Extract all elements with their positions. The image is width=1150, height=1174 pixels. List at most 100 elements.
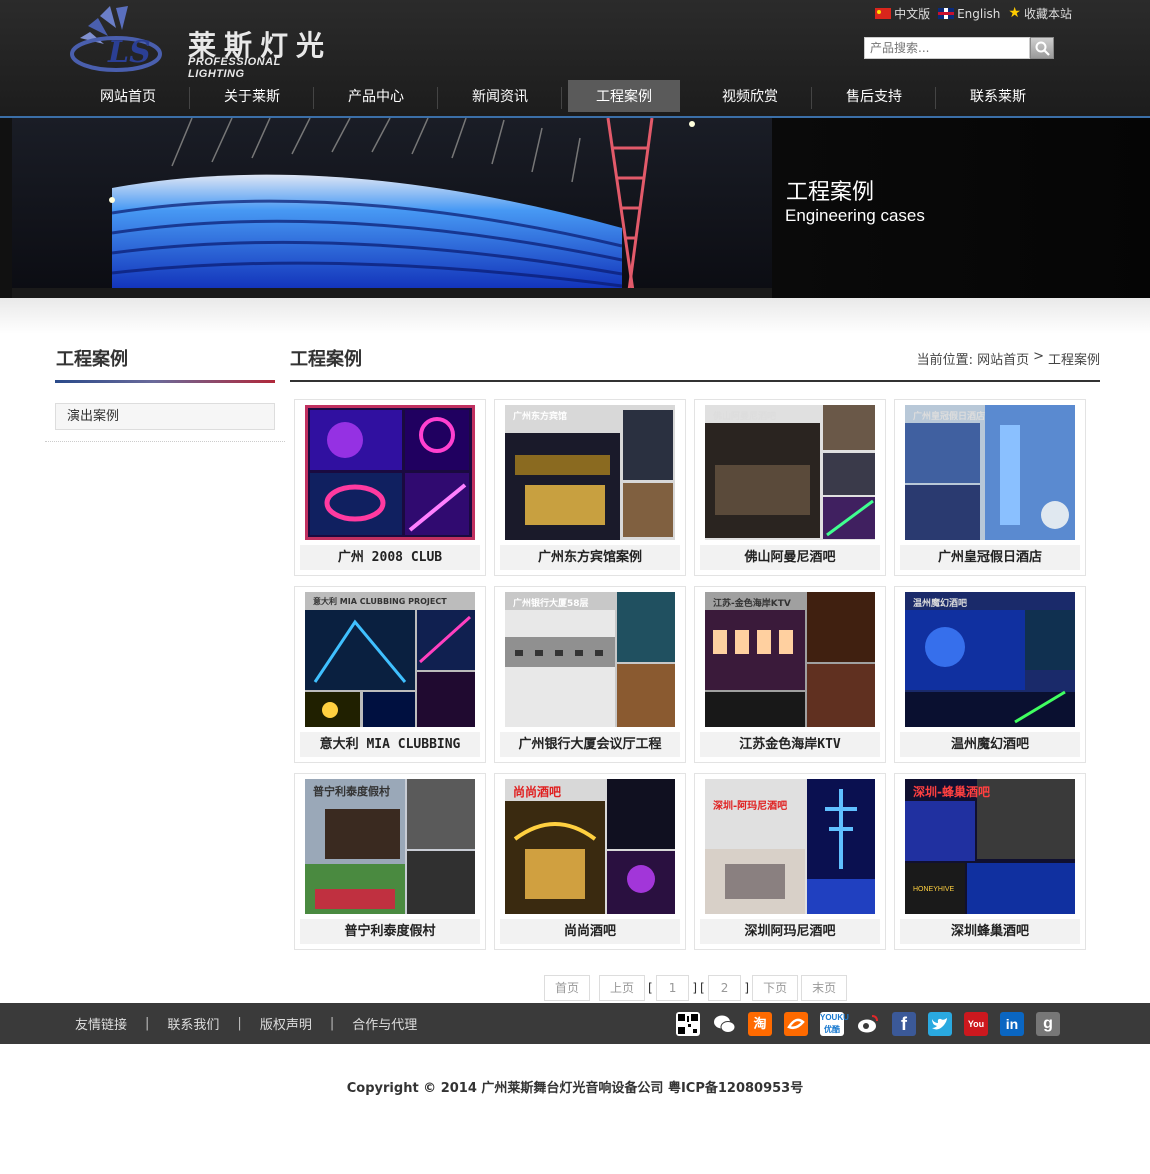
lang-english-label: English (957, 6, 1001, 21)
bracket-open: [ (700, 981, 705, 995)
lang-chinese-link[interactable]: 中文版 (875, 5, 930, 22)
case-caption[interactable]: 普宁利泰度假村 (300, 919, 480, 944)
weibo-icon[interactable] (856, 1012, 880, 1036)
footer-link-contact[interactable]: 联系我们 (167, 1014, 219, 1033)
case-caption[interactable]: 温州魔幻酒吧 (900, 732, 1080, 757)
china-flag-icon (875, 8, 892, 19)
case-caption[interactable]: 广州皇冠假日酒店 (900, 545, 1080, 570)
case-image-label: 深圳-阿玛尼酒吧 (713, 801, 788, 812)
lang-english-link[interactable]: English (938, 5, 1000, 22)
next-page-button[interactable]: 下页 (752, 975, 799, 1001)
search-box (864, 37, 1054, 59)
case-image[interactable]: 深圳-阿玛尼酒吧 (705, 779, 875, 914)
case-caption[interactable]: 广州 2008 CLUB (300, 545, 480, 570)
banner-shadow (0, 298, 1150, 334)
nav-item-news[interactable]: 新闻资讯 (438, 80, 562, 112)
alibaba-icon[interactable] (784, 1012, 808, 1036)
bracket-open: [ (648, 981, 653, 995)
case-card[interactable]: 江苏-金色海岸KTV 江苏金色海岸KTV (694, 586, 886, 763)
main-nav: 网站首页 关于莱斯 产品中心 新闻资讯 工程案例 视频欣赏 售后支持 联系莱斯 (66, 80, 1060, 112)
page-2-button[interactable]: 2 (707, 975, 742, 1001)
case-caption[interactable]: 广州东方宾馆案例 (500, 545, 680, 570)
pagination: 首页 上页 [ 1 ] [ 2 ] 下页 末页 (544, 975, 848, 1001)
case-card[interactable]: 尚尚酒吧 尚尚酒吧 (494, 773, 686, 950)
copyright-text: Copyright © 2014 广州莱斯舞台灯光音响设备公司 粤ICP备120… (346, 1081, 804, 1096)
sidebar-item-performance[interactable]: 演出案例 (55, 403, 275, 430)
case-image[interactable]: 广州皇冠假日酒店 (905, 405, 1075, 540)
case-card[interactable]: 深圳-阿玛尼酒吧 深圳阿玛尼酒吧 (694, 773, 886, 950)
case-card[interactable]: 意大利 MIA CLUBBING PROJECT 意大利 MIA CLUBBIN… (294, 586, 486, 763)
case-caption[interactable]: 江苏金色海岸KTV (700, 732, 880, 757)
case-image[interactable]: 温州魔幻酒吧 (905, 592, 1075, 727)
linkedin-icon[interactable]: in (1000, 1012, 1024, 1036)
case-image[interactable]: 广州东方宾馆 (505, 405, 675, 540)
case-image[interactable]: 广州银行大厦58层 (505, 592, 675, 727)
case-image[interactable] (305, 405, 475, 540)
case-image-label: 温州魔幻酒吧 (913, 599, 968, 609)
google-icon[interactable]: g (1036, 1012, 1060, 1036)
case-caption[interactable]: 深圳阿玛尼酒吧 (700, 919, 880, 944)
footer-link-friends[interactable]: 友情链接 (75, 1014, 127, 1033)
prev-page-button[interactable]: 上页 (599, 975, 646, 1001)
case-card[interactable]: 广州银行大厦58层 广州银行大厦会议厅工程 (494, 586, 686, 763)
case-card[interactable]: 普宁利泰度假村 普宁利泰度假村 (294, 773, 486, 950)
case-image[interactable]: 意大利 MIA CLUBBING PROJECT (305, 592, 475, 727)
footer-link-partners[interactable]: 合作与代理 (352, 1014, 417, 1033)
case-caption[interactable]: 佛山阿曼尼酒吧 (700, 545, 880, 570)
facebook-icon[interactable]: f (892, 1012, 916, 1036)
case-image[interactable]: 普宁利泰度假村 (305, 779, 475, 914)
case-caption[interactable]: 广州银行大厦会议厅工程 (500, 732, 680, 757)
breadcrumb-current[interactable]: 工程案例 (1048, 349, 1100, 368)
nav-item-home[interactable]: 网站首页 (66, 80, 190, 112)
case-card[interactable]: 广州 2008 CLUB (294, 399, 486, 576)
twitter-icon[interactable] (928, 1012, 952, 1036)
footer-links: 友情链接 | 联系我们 | 版权声明 | 合作与代理 (75, 1003, 417, 1044)
search-button[interactable] (1030, 37, 1054, 59)
qrcode-icon[interactable] (676, 1012, 700, 1036)
case-caption[interactable]: 尚尚酒吧 (500, 919, 680, 944)
case-caption[interactable]: 意大利 MIA CLUBBING (300, 732, 480, 757)
footer-bar: 友情链接 | 联系我们 | 版权声明 | 合作与代理 淘 YOUKU 优酷 f Y… (0, 1003, 1150, 1044)
footer-sep: | (237, 1016, 242, 1031)
last-page-button[interactable]: 末页 (801, 975, 848, 1001)
case-image-label: 广州银行大厦58层 (513, 599, 589, 609)
banner-subtitle: Engineering cases (785, 206, 925, 225)
case-card[interactable]: HONEYHIVE 深圳-蜂巢酒吧 深圳蜂巢酒吧 (894, 773, 1086, 950)
sidebar-footer (45, 438, 285, 442)
case-caption[interactable]: 深圳蜂巢酒吧 (900, 919, 1080, 944)
banner-image (12, 118, 772, 298)
taobao-icon[interactable]: 淘 (748, 1012, 772, 1036)
breadcrumb-sep: > (1033, 349, 1044, 364)
case-card[interactable]: 广州皇冠假日酒店 广州皇冠假日酒店 (894, 399, 1086, 576)
youtube-icon[interactable]: You (964, 1012, 988, 1036)
wechat-icon[interactable] (712, 1012, 736, 1036)
case-card[interactable]: 温州魔幻酒吧 温州魔幻酒吧 (894, 586, 1086, 763)
footer-link-copyright[interactable]: 版权声明 (260, 1014, 312, 1033)
search-input[interactable] (864, 37, 1030, 59)
bookmark-link[interactable]: ★ 收藏本站 (1008, 5, 1072, 22)
breadcrumb-home[interactable]: 网站首页 (977, 349, 1029, 368)
case-image[interactable]: HONEYHIVE 深圳-蜂巢酒吧 (905, 779, 1075, 914)
youku-icon[interactable]: YOUKU 优酷 (820, 1012, 849, 1036)
nav-item-cases[interactable]: 工程案例 (568, 80, 680, 112)
nav-item-videos[interactable]: 视频欣赏 (688, 80, 812, 112)
nav-item-products[interactable]: 产品中心 (314, 80, 438, 112)
case-card[interactable]: 佛山阿曼尼酒吧 佛山阿曼尼酒吧 (694, 399, 886, 576)
page-1-button[interactable]: 1 (655, 975, 690, 1001)
case-image[interactable]: 江苏-金色海岸KTV (705, 592, 875, 727)
case-image[interactable]: 佛山阿曼尼酒吧 (705, 405, 875, 540)
case-card[interactable]: 广州东方宾馆 广州东方宾馆案例 (494, 399, 686, 576)
case-image-label: 尚尚酒吧 (513, 785, 562, 799)
case-image-label: 普宁利泰度假村 (313, 785, 390, 798)
logo-text: LS (107, 35, 151, 70)
banner-title: 工程案例 (786, 180, 875, 205)
uk-flag-icon (938, 8, 955, 19)
case-image[interactable]: 尚尚酒吧 (505, 779, 675, 914)
sidebar-rule (55, 380, 275, 383)
nav-item-contact[interactable]: 联系莱斯 (936, 80, 1060, 112)
first-page-button[interactable]: 首页 (544, 975, 591, 1001)
nav-item-about[interactable]: 关于莱斯 (190, 80, 314, 112)
logo[interactable]: LS 莱斯灯光 PROFESSIONAL LIGHTING (70, 6, 340, 80)
nav-item-support[interactable]: 售后支持 (812, 80, 936, 112)
logo-en: PROFESSIONAL LIGHTING (188, 56, 281, 80)
